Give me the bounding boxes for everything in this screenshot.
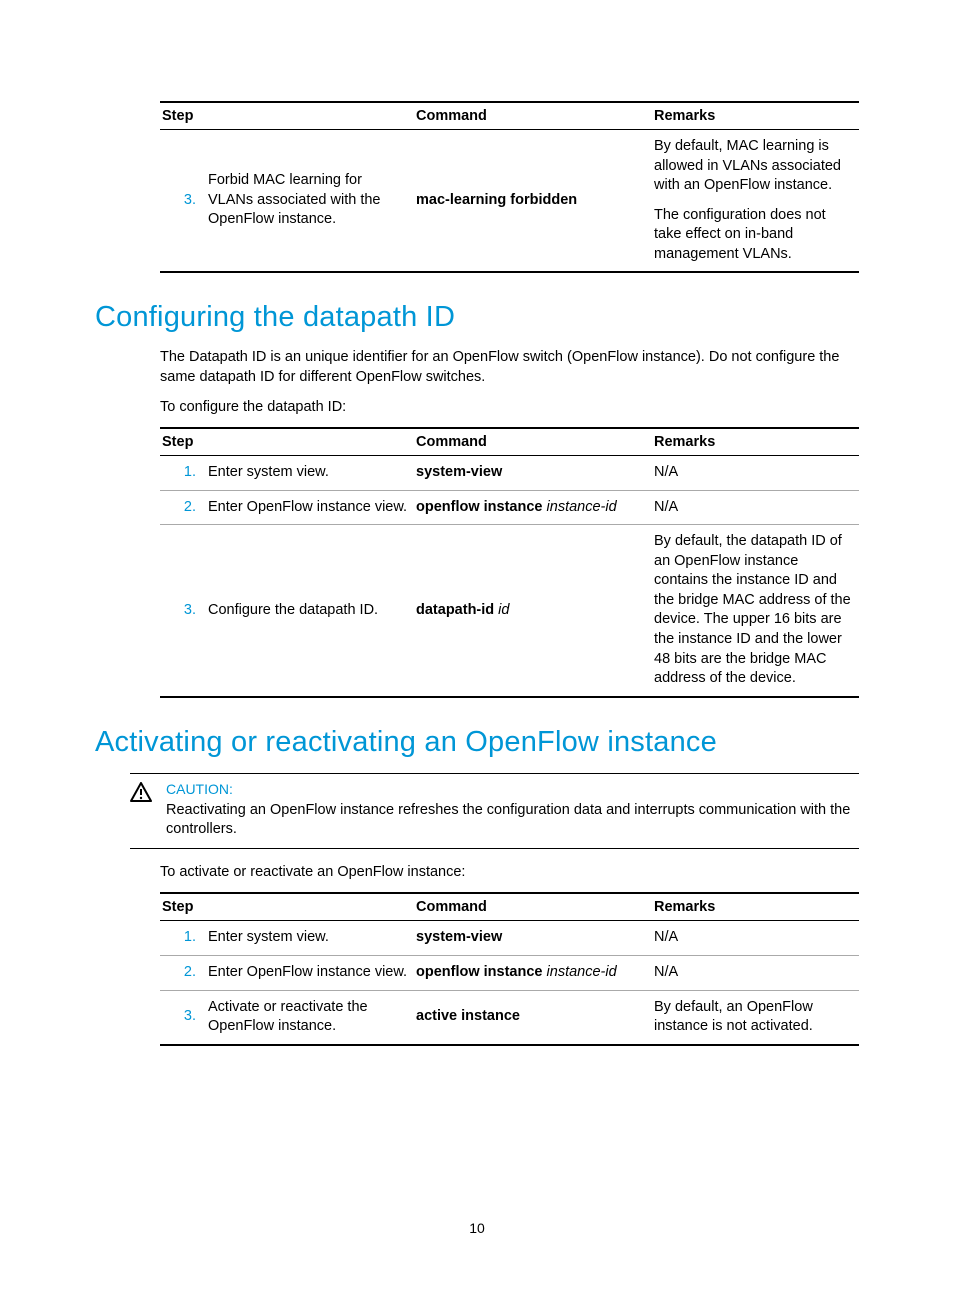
heading-activating: Activating or reactivating an OpenFlow i… [95,726,859,759]
step-text: Enter OpenFlow instance view. [206,490,414,525]
table-row: 2. Enter OpenFlow instance view. openflo… [160,490,859,525]
header-command: Command [414,893,652,921]
step-number: 3. [160,525,206,697]
header-step: Step [160,428,414,456]
header-command: Command [414,428,652,456]
page-number: 10 [0,1220,954,1236]
table-row: 2. Enter OpenFlow instance view. openflo… [160,955,859,990]
caution-text: Reactivating an OpenFlow instance refres… [166,801,859,840]
step-number: 3. [160,130,206,273]
table-row: 1. Enter system view. system-view N/A [160,921,859,956]
step-number: 2. [160,490,206,525]
heading-datapath-id: Configuring the datapath ID [95,301,859,334]
step-number: 2. [160,955,206,990]
header-remarks: Remarks [652,428,859,456]
table-row: 3. Forbid MAC learning for VLANs associa… [160,130,859,273]
header-remarks: Remarks [652,102,859,130]
caution-icon [130,782,152,806]
table-row: 3. Configure the datapath ID. datapath-i… [160,525,859,697]
paragraph: To activate or reactivate an OpenFlow in… [160,863,859,883]
remarks-text: By default, an OpenFlow instance is not … [652,990,859,1045]
step-number: 3. [160,990,206,1045]
remarks-text: N/A [652,456,859,491]
table-datapath-id: Step Command Remarks 1. Enter system vie… [160,427,859,698]
step-text: Configure the datapath ID. [206,525,414,697]
command-text: system-view [414,456,652,491]
remarks-text: N/A [652,490,859,525]
table-row: 1. Enter system view. system-view N/A [160,456,859,491]
step-number: 1. [160,456,206,491]
header-command: Command [414,102,652,130]
step-text: Enter system view. [206,456,414,491]
remarks-text: By default, MAC learning is allowed in V… [652,130,859,273]
remarks-text: N/A [652,955,859,990]
remarks-text: N/A [652,921,859,956]
step-text: Activate or reactivate the OpenFlow inst… [206,990,414,1045]
command-text: active instance [414,990,652,1045]
command-text: system-view [414,921,652,956]
step-number: 1. [160,921,206,956]
remarks-text: By default, the datapath ID of an OpenFl… [652,525,859,697]
table-row: 3. Activate or reactivate the OpenFlow i… [160,990,859,1045]
step-text: Enter OpenFlow instance view. [206,955,414,990]
step-text: Forbid MAC learning for VLANs associated… [206,130,414,273]
header-step: Step [160,102,414,130]
header-remarks: Remarks [652,893,859,921]
header-step: Step [160,893,414,921]
command-text: openflow instance instance-id [414,490,652,525]
table-activating: Step Command Remarks 1. Enter system vie… [160,892,859,1045]
caution-box: CAUTION: Reactivating an OpenFlow instan… [130,773,859,849]
table-mac-learning: Step Command Remarks 3. Forbid MAC learn… [160,101,859,273]
caution-label: CAUTION: [166,781,859,797]
step-text: Enter system view. [206,921,414,956]
command-text: mac-learning forbidden [414,130,652,273]
paragraph: To configure the datapath ID: [160,398,859,418]
command-text: openflow instance instance-id [414,955,652,990]
command-text: datapath-id id [414,525,652,697]
paragraph: The Datapath ID is an unique identifier … [160,348,859,387]
